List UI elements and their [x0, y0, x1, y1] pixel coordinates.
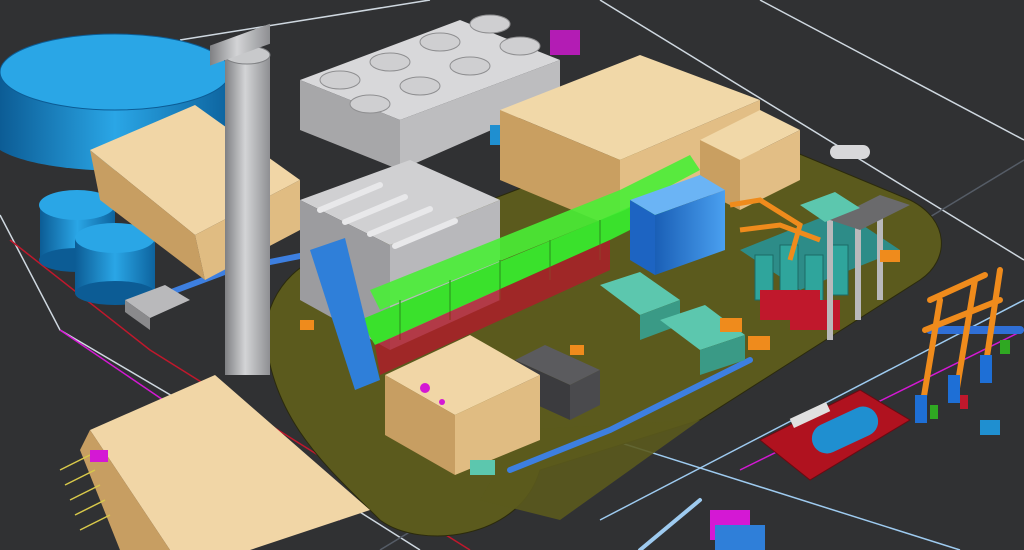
plant-model-canvas[interactable] — [0, 0, 1024, 550]
storage-tank-small-2[interactable] — [75, 223, 155, 305]
fuel-skid[interactable] — [759, 389, 911, 481]
3d-plant-viewport[interactable] — [0, 0, 1024, 550]
